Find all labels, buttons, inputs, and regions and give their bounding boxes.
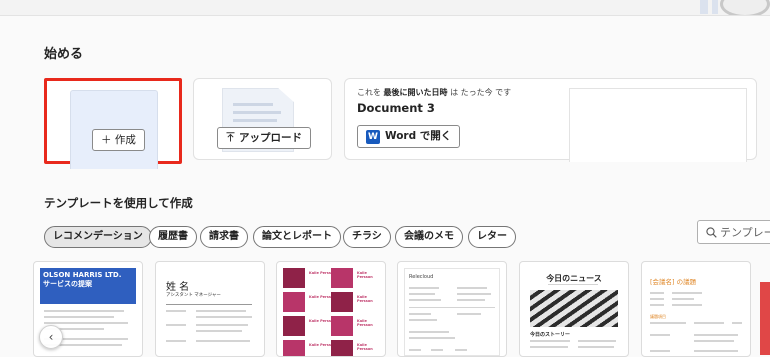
recent-document-thumbnail (569, 88, 747, 162)
create-blank-card[interactable]: ＋ 作成 (44, 78, 182, 169)
proposal-header: OLSON HARRIS LTD. サービスの提案 (40, 268, 136, 304)
open-in-word-button[interactable]: W Word で開く (357, 125, 461, 148)
agenda-title: [会議名] の議題 (650, 278, 697, 286)
chevron-left-icon: ‹ (48, 330, 54, 344)
newsletter-title: 今日のニュース (546, 274, 602, 283)
upload-card[interactable]: アップロード (193, 78, 332, 160)
recent-document-card[interactable]: これを 最後に開いた日時 は たった今 です Document 3 W Word… (344, 78, 757, 162)
create-button[interactable]: ＋ 作成 (92, 129, 145, 151)
template-card-meeting-agenda[interactable]: [会議名] の議題 議題項目 (641, 261, 751, 357)
open-in-word-label: Word で開く (385, 130, 452, 142)
search-icon (706, 227, 717, 238)
agenda-label: 議題項目 (650, 314, 666, 319)
template-card-business-cards[interactable]: Kalle Persson Kalle Persson Kalle Persso… (276, 261, 386, 357)
last-opened-info: これを 最後に開いた日時 は たった今 です (357, 88, 512, 97)
top-banner (0, 0, 770, 16)
filter-recommendations[interactable]: レコメンデーション (44, 226, 152, 248)
resume-subtitle: アシスタント マネージャー (166, 293, 221, 298)
templates-heading: テンプレートを使用して作成 (44, 196, 193, 210)
newsletter-story: 今日のストーリー (530, 332, 571, 338)
filter-letters[interactable]: レター (468, 226, 516, 248)
template-card-invoice[interactable]: Relecloud (397, 261, 507, 357)
filter-flyers[interactable]: チラシ (343, 226, 391, 248)
invoice-company: Relecloud (409, 274, 434, 280)
template-search-input[interactable]: テンプレートを検索 (697, 220, 770, 244)
filter-resume[interactable]: 履歴書 (149, 226, 197, 248)
filter-invoice[interactable]: 請求書 (200, 226, 248, 248)
banner-decoration (660, 0, 770, 15)
word-icon: W (366, 129, 380, 144)
newsletter-photo (530, 290, 618, 327)
template-card-resume[interactable]: 姓 名 アシスタント マネージャー (155, 261, 265, 357)
filter-meeting-notes[interactable]: 会議のメモ (395, 226, 463, 248)
start-heading: 始める (44, 47, 84, 62)
upload-button[interactable]: アップロード (217, 127, 311, 149)
recent-document-title[interactable]: Document 3 (357, 101, 435, 115)
resume-name: 姓 名 (166, 282, 190, 293)
template-card-partial[interactable] (760, 282, 770, 355)
upload-label: アップロード (239, 132, 302, 144)
filter-papers-reports[interactable]: 論文とレポート (253, 226, 341, 248)
previous-templates-button[interactable]: ‹ (39, 325, 63, 349)
search-placeholder: テンプレートを検索 (720, 226, 770, 239)
template-card-newsletter[interactable]: 今日のニュース 今日のストーリー (519, 261, 629, 357)
upload-icon (226, 132, 235, 142)
